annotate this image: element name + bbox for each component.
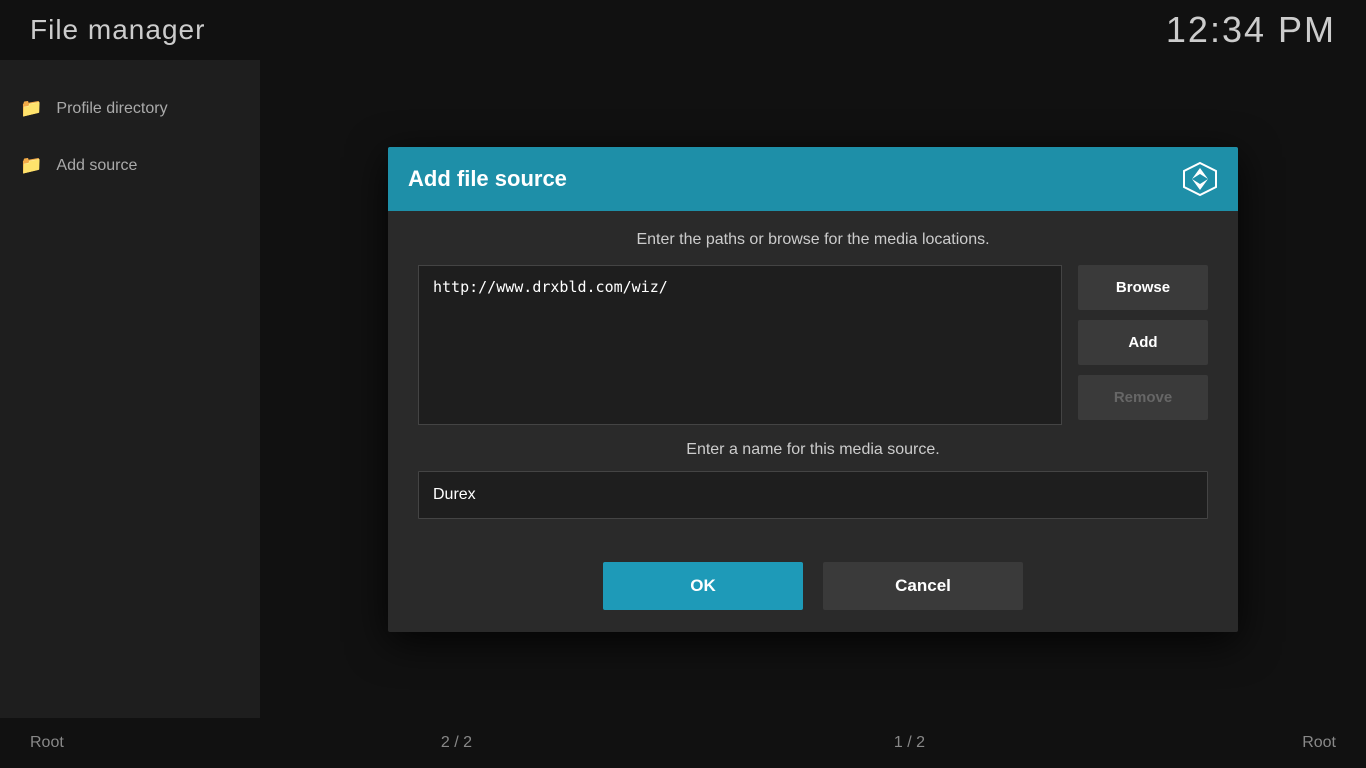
- folder-icon-profile: 📁: [20, 98, 42, 119]
- status-center-left: 2 / 2: [230, 734, 683, 752]
- name-label: Enter a name for this media source.: [418, 441, 1208, 459]
- sidebar: 📁 Profile directory 📁 Add source: [0, 60, 260, 718]
- sidebar-label-add-source: Add source: [56, 157, 137, 175]
- top-bar: File manager 12:34 PM: [0, 0, 1366, 60]
- cancel-button[interactable]: Cancel: [823, 562, 1023, 610]
- modal-title: Add file source: [408, 166, 567, 192]
- modal-header: Add file source: [388, 147, 1238, 211]
- path-textarea[interactable]: http://www.drxbld.com/wiz/: [418, 265, 1062, 425]
- modal-overlay: Add file source Enter the paths or brows…: [260, 60, 1366, 718]
- instruction-text: Enter the paths or browse for the media …: [418, 231, 1208, 249]
- ok-button[interactable]: OK: [603, 562, 803, 610]
- kodi-logo-icon: [1182, 161, 1218, 197]
- remove-button[interactable]: Remove: [1078, 375, 1208, 420]
- status-center-right: 1 / 2: [683, 734, 1136, 752]
- sidebar-item-add-source[interactable]: 📁 Add source: [0, 137, 260, 194]
- add-file-source-modal: Add file source Enter the paths or brows…: [388, 147, 1238, 632]
- add-button[interactable]: Add: [1078, 320, 1208, 365]
- content-area: Add file source Enter the paths or brows…: [260, 60, 1366, 718]
- browse-button[interactable]: Browse: [1078, 265, 1208, 310]
- app-title: File manager: [30, 14, 205, 46]
- path-buttons: Browse Add Remove: [1078, 265, 1208, 425]
- status-bar: Root 2 / 2 1 / 2 Root: [0, 718, 1366, 768]
- main-area: 📁 Profile directory 📁 Add source Add fil…: [0, 60, 1366, 718]
- name-input[interactable]: [418, 471, 1208, 519]
- sidebar-label-profile-directory: Profile directory: [56, 100, 167, 118]
- modal-body: Enter the paths or browse for the media …: [388, 211, 1238, 544]
- status-left: Root: [30, 734, 230, 752]
- sidebar-item-profile-directory[interactable]: 📁 Profile directory: [0, 80, 260, 137]
- clock: 12:34 PM: [1166, 9, 1336, 51]
- folder-icon-add-source: 📁: [20, 155, 42, 176]
- status-right: Root: [1136, 734, 1336, 752]
- path-section: http://www.drxbld.com/wiz/ Browse Add Re…: [418, 265, 1208, 425]
- modal-footer: OK Cancel: [388, 544, 1238, 632]
